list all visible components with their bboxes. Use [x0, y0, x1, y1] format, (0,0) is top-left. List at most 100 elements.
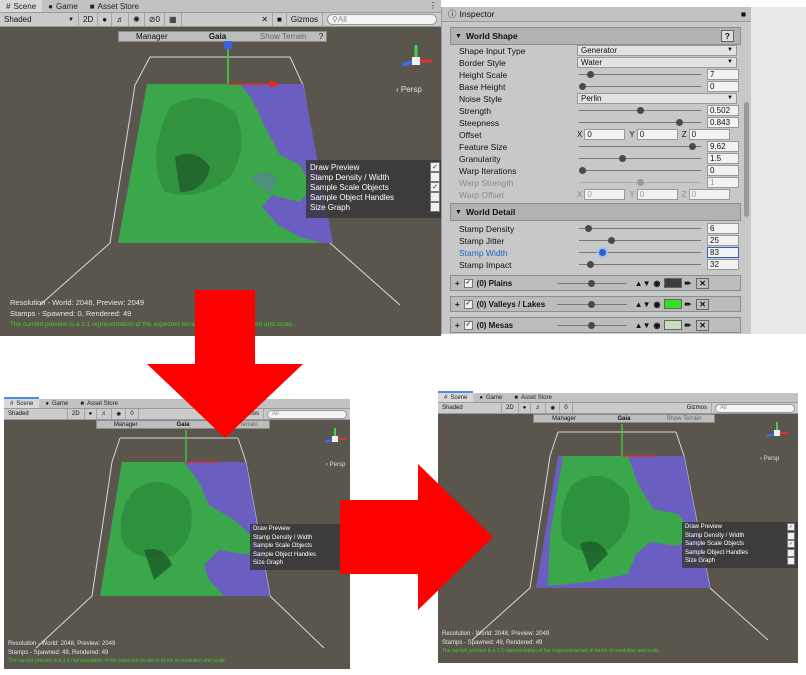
- lighting-icon[interactable]: ●: [98, 13, 113, 26]
- help-icon[interactable]: ?: [720, 30, 734, 42]
- arrow-up-icon[interactable]: ▲: [635, 321, 643, 330]
- lock-icon[interactable]: ■: [741, 9, 746, 19]
- biome-weight-slider[interactable]: [556, 320, 627, 331]
- slider-knob[interactable]: [587, 71, 595, 78]
- orientation-gizmo-icon[interactable]: [764, 420, 790, 446]
- tab-scene[interactable]: # Scene: [4, 397, 40, 408]
- slider-knob[interactable]: [587, 261, 595, 268]
- stamp-jitter-slider[interactable]: [579, 235, 701, 246]
- search-input[interactable]: All: [715, 403, 795, 413]
- orientation-gizmo-icon[interactable]: [396, 41, 436, 81]
- height-scale-field[interactable]: 7: [707, 69, 739, 80]
- warp-iterations-slider[interactable]: [579, 165, 701, 176]
- effects-icon[interactable]: ✺: [112, 409, 127, 419]
- warp-iterations-field[interactable]: 0: [707, 165, 739, 176]
- slider-knob[interactable]: [636, 107, 644, 114]
- search-input[interactable]: ⚲ All: [327, 14, 437, 25]
- stamp-jitter-field[interactable]: 25: [707, 235, 739, 246]
- stamp-density-row[interactable]: Stamp Density / Width: [310, 172, 440, 182]
- lighting-icon[interactable]: ●: [85, 409, 98, 419]
- biome-color-swatch[interactable]: [663, 299, 682, 309]
- audio-icon[interactable]: ♬: [97, 409, 113, 419]
- stamp-width-slider[interactable]: [579, 247, 701, 258]
- shading-mode-dropdown[interactable]: Shaded: [4, 409, 68, 419]
- world-shape-header[interactable]: ▼ World Shape?: [450, 27, 741, 45]
- scene-view[interactable]: Manager Gaia Show Terrain ‹ Persp Draw P…: [4, 420, 350, 669]
- orientation-gizmo-icon[interactable]: [322, 426, 348, 452]
- camera-icon[interactable]: ■: [273, 13, 287, 26]
- expand-icon[interactable]: +: [455, 279, 460, 288]
- biome-weight-slider[interactable]: [556, 299, 627, 310]
- slider-knob[interactable]: [689, 143, 697, 150]
- size-graph-row[interactable]: Size Graph: [310, 202, 440, 212]
- biome-enable-checkbox[interactable]: ✓: [463, 278, 473, 288]
- stamp-density-checkbox[interactable]: [430, 172, 440, 182]
- base-height-field[interactable]: 0: [707, 81, 739, 92]
- tab-scene[interactable]: # Scene: [438, 391, 474, 402]
- expand-icon[interactable]: +: [455, 300, 460, 309]
- offset-y-field[interactable]: 0: [636, 129, 678, 140]
- offset-x-field[interactable]: 0: [584, 129, 626, 140]
- draw-preview-row[interactable]: Draw Preview ✓: [310, 162, 440, 172]
- stamp-impact-field[interactable]: 32: [707, 259, 739, 270]
- steepness-slider[interactable]: [579, 117, 701, 128]
- biome-color-swatch[interactable]: [663, 320, 682, 330]
- biome-enable-checkbox[interactable]: ✓: [463, 320, 473, 330]
- slider-knob[interactable]: [584, 225, 592, 232]
- biome-enable-checkbox[interactable]: ✓: [463, 299, 473, 309]
- stamp-impact-slider[interactable]: [579, 259, 701, 270]
- draw-preview-checkbox[interactable]: ✓: [430, 162, 440, 172]
- slider-knob[interactable]: [675, 119, 683, 126]
- audio-icon[interactable]: ♬: [531, 403, 547, 413]
- sample-handles-row[interactable]: Sample Object Handles: [310, 192, 440, 202]
- lighting-icon[interactable]: ●: [519, 403, 532, 413]
- slider-knob[interactable]: [588, 300, 596, 308]
- expand-icon[interactable]: +: [455, 321, 460, 330]
- eyedropper-icon[interactable]: ✏: [685, 279, 692, 288]
- slider-knob[interactable]: [607, 237, 615, 244]
- inspector-scrollbar[interactable]: [744, 102, 749, 217]
- biome-weight-slider[interactable]: [556, 278, 627, 289]
- slider-knob[interactable]: [579, 83, 586, 90]
- more-icon[interactable]: ⋮: [429, 1, 437, 10]
- arrow-up-icon[interactable]: ▲: [635, 300, 643, 309]
- eye-icon[interactable]: ◉: [654, 279, 661, 288]
- mode-2d-button[interactable]: 2D: [68, 409, 85, 419]
- size-graph-checkbox[interactable]: [430, 202, 440, 212]
- biome-row-mesas[interactable]: + ✓ (0) Mesas ▲ ▼ ◉ ✏ ✕: [450, 317, 741, 333]
- slider-knob[interactable]: [588, 321, 596, 329]
- feature-size-field[interactable]: 9.62: [707, 141, 739, 152]
- tab-asset-store[interactable]: ■ Asset Store: [84, 0, 145, 12]
- steepness-field[interactable]: 0.843: [707, 117, 739, 128]
- audio-icon[interactable]: ♬: [112, 13, 130, 26]
- stamp-density-slider[interactable]: [579, 223, 701, 234]
- arrow-down-icon[interactable]: ▼: [643, 300, 651, 309]
- sample-scale-checkbox[interactable]: ✓: [430, 182, 440, 192]
- gizmos-dropdown[interactable]: Gizmos: [683, 403, 712, 413]
- remove-icon[interactable]: ✕: [696, 277, 709, 289]
- shape-input-type-dropdown[interactable]: Generator ▼: [577, 45, 737, 56]
- stamp-width-field[interactable]: 83: [707, 247, 739, 258]
- biome-color-swatch[interactable]: [663, 278, 682, 288]
- mode-2d-button[interactable]: 2D: [79, 13, 99, 26]
- granularity-field[interactable]: 1.5: [707, 153, 739, 164]
- hidden-objects-button[interactable]: 0: [560, 403, 573, 413]
- noise-style-dropdown[interactable]: Perlin ▼: [577, 93, 737, 104]
- effects-icon[interactable]: ✺: [129, 13, 145, 26]
- biome-row-valleys[interactable]: + ✓ (0) Valleys / Lakes ▲ ▼ ◉ ✏ ✕: [450, 296, 741, 312]
- shading-mode-dropdown[interactable]: Shaded ▼: [0, 13, 79, 26]
- slider-knob[interactable]: [579, 167, 586, 174]
- world-detail-header[interactable]: ▼ World Detail: [450, 203, 741, 221]
- tab-asset-store[interactable]: ■ Asset Store: [508, 393, 558, 402]
- granularity-slider[interactable]: [579, 153, 701, 164]
- tab-game[interactable]: ● Game: [39, 399, 74, 408]
- slider-knob[interactable]: [588, 279, 596, 287]
- feature-size-slider[interactable]: [579, 141, 701, 152]
- height-scale-slider[interactable]: [579, 69, 701, 80]
- eyedropper-icon[interactable]: ✏: [685, 321, 692, 330]
- arrow-down-icon[interactable]: ▼: [643, 279, 651, 288]
- effects-icon[interactable]: ✺: [546, 403, 561, 413]
- arrow-up-icon[interactable]: ▲: [635, 279, 643, 288]
- base-height-slider[interactable]: [579, 81, 701, 92]
- grid-icon[interactable]: ▦: [165, 13, 182, 26]
